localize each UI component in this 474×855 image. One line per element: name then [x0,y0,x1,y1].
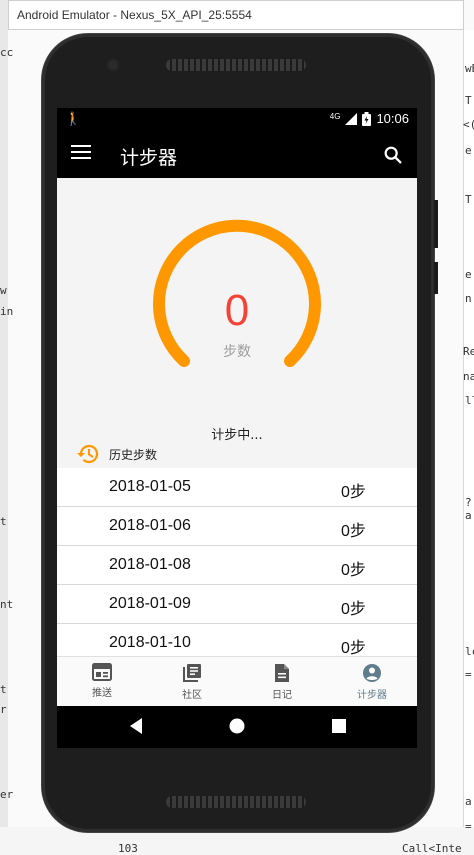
ide-code-fragment: t [0,683,7,696]
history-steps: 0步 [341,562,366,579]
window-title: Android Emulator - Nexus_5X_API_25:5554 [17,8,252,22]
home-icon[interactable] [228,717,246,735]
history-date: 2018-01-10 [109,634,191,651]
battery-icon [362,111,372,126]
recents-icon[interactable] [331,718,347,734]
list-item[interactable]: 2018-01-05 0步 [57,468,417,507]
volume-button[interactable] [434,200,438,248]
list-item[interactable]: 2018-01-06 0步 [57,507,417,546]
history-steps: 0步 [341,640,366,656]
ide-code-fragment: er [0,788,14,801]
history-date: 2018-01-06 [109,517,191,534]
ide-code-fragment: r [0,703,7,716]
step-unit-label: 步数 [223,344,251,360]
list-item[interactable]: 2018-01-09 0步 [57,585,417,624]
cell-signal-icon [345,112,358,125]
list-item[interactable]: 2018-01-10 0步 [57,624,417,656]
ide-code-fragment: na [463,370,474,383]
ide-line-number: 103 [118,842,138,855]
walking-person-icon: 🚶 [65,112,82,127]
device-screen: 🚶 4G 10:06 计步器 0 步数 计步中... 历史步数 2018-01-… [57,108,417,748]
nav-item-community[interactable]: 社区 [147,657,237,707]
status-time: 10:06 [376,111,409,126]
history-date: 2018-01-09 [109,595,191,612]
newspaper-icon [92,663,112,681]
ide-code-fragment: cc [0,46,14,59]
nav-item-diary[interactable]: 日记 [237,657,327,707]
nav-label: 社区 [182,690,202,701]
page-title: 计步器 [120,147,178,169]
history-header: 历史步数 [75,442,157,466]
nav-label: 日记 [272,690,292,701]
ide-code-fragment: n [465,292,472,305]
bottom-speaker [166,796,306,808]
step-count: 0 [224,286,250,335]
list-item[interactable]: 2018-01-08 0步 [57,546,417,585]
document-icon [275,664,289,682]
front-camera [108,60,118,70]
ide-code-fragment: ?a [465,496,472,522]
history-steps: 0步 [341,601,366,618]
ide-code-fragment: wB [465,62,474,75]
account-circle-icon [363,664,381,682]
ide-code-fragment: = [465,668,472,681]
bottom-navigation: 推送 社区 日记 计步器 [57,656,417,707]
ide-code-fragment: e [465,268,472,281]
nav-label: 推送 [92,688,112,699]
history-date: 2018-01-08 [109,556,191,573]
emulator-title-bar[interactable]: Android Emulator - Nexus_5X_API_25:5554 [8,0,464,30]
ide-code-fragment: w [0,284,7,297]
ide-code-fragment: nt [0,598,14,611]
ide-code-fragment: lc [465,645,474,658]
back-icon[interactable] [128,717,144,735]
top-speaker [166,59,306,71]
history-steps: 0步 [341,523,366,540]
ide-code-fragment: Re [463,345,474,358]
ide-code-fragment: = [465,820,472,833]
power-button[interactable] [434,262,438,294]
history-title: 历史步数 [109,447,158,462]
ide-code-fragment: a [465,795,472,808]
ide-left-strip [0,0,8,855]
history-list[interactable]: 2018-01-05 0步 2018-01-06 0步 2018-01-08 0… [57,468,417,656]
history-date: 2018-01-05 [109,478,191,495]
ide-code-fragment: Call<Inte [402,842,462,855]
counting-status: 计步中... [211,428,263,443]
system-navigation-bar [57,706,417,748]
ide-code-fragment: <( [463,118,474,131]
nav-label: 计步器 [357,690,387,701]
nav-item-push[interactable]: 推送 [57,657,147,707]
search-icon[interactable] [382,144,404,166]
library-books-icon [183,664,201,682]
ide-code-fragment: T [465,94,472,107]
history-steps: 0步 [341,484,366,501]
status-bar: 🚶 4G 10:06 [57,108,417,132]
app-bar: 计步器 [57,132,417,178]
ide-code-fragment: e [465,144,472,157]
hamburger-menu-icon[interactable] [71,145,91,165]
nav-item-pedometer[interactable]: 计步器 [327,657,417,707]
history-icon [77,444,99,464]
network-type: 4G [329,112,341,121]
ide-code-fragment: ll [465,394,474,407]
ide-code-fragment: T [465,193,472,206]
ide-code-fragment: in [0,305,14,318]
ide-code-fragment: t [0,515,7,528]
